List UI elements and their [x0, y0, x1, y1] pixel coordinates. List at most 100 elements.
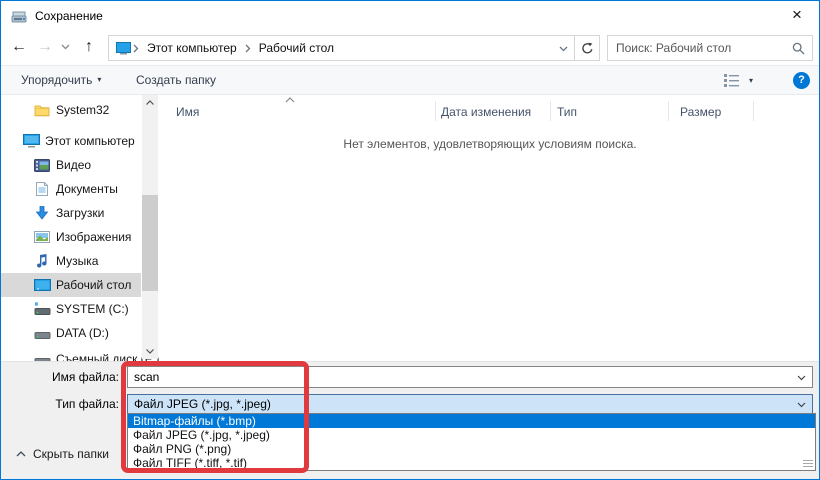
column-header-date-modified[interactable]: Дата изменения	[441, 103, 531, 123]
view-mode-dropdown-icon[interactable]: ▾	[749, 70, 753, 92]
new-folder-label: Создать папку	[136, 73, 216, 87]
scroll-up-icon[interactable]	[142, 95, 158, 110]
details-view-icon	[723, 73, 740, 88]
filename-label: Имя файла:	[1, 366, 119, 388]
sidebar-item-videos[interactable]: Видео	[1, 153, 141, 177]
sidebar-item-label: Этот компьютер	[45, 134, 135, 148]
documents-icon	[33, 182, 51, 196]
sidebar-item-label: Видео	[56, 158, 91, 172]
sidebar-item-music[interactable]: Музыка	[1, 249, 141, 273]
column-separator	[435, 101, 436, 121]
downloads-icon	[33, 206, 51, 220]
titlebar: Сохранение ×	[1, 1, 819, 31]
sort-ascending-icon	[285, 97, 295, 103]
sidebar-item-label: Музыка	[56, 254, 98, 268]
column-header-size[interactable]: Размер	[680, 103, 721, 123]
computer-icon	[116, 42, 131, 55]
sidebar-item-label: Рабочий стол	[56, 278, 131, 292]
close-icon: ×	[792, 5, 802, 24]
history-chevron-icon[interactable]	[61, 44, 70, 50]
video-icon	[33, 159, 51, 172]
breadcrumb-separator-icon	[245, 44, 251, 53]
music-icon	[33, 254, 51, 268]
scanner-app-icon	[11, 8, 27, 24]
search-input[interactable]	[608, 36, 786, 60]
breadcrumb-this-pc[interactable]: Этот компьютер	[141, 41, 243, 55]
sidebar-item-label: SYSTEM (C:)	[56, 302, 129, 316]
filetype-selected-value: Файл JPEG (*.jpg, *.jpeg)	[134, 397, 271, 411]
back-icon[interactable]: ←	[11, 31, 27, 65]
command-bar: Упорядочить ▾ Создать папку ▾ ?	[1, 65, 819, 95]
scroll-down-icon[interactable]	[142, 344, 158, 359]
breadcrumb-separator-icon	[133, 44, 139, 53]
filetype-option-bmp[interactable]: Bitmap-файлы (*.bmp)	[128, 414, 815, 428]
sidebar-item-label: Загрузки	[56, 206, 104, 220]
column-header-type[interactable]: Тип	[557, 103, 577, 123]
sidebar-item-documents[interactable]: Документы	[1, 177, 141, 201]
help-icon: ?	[798, 74, 805, 86]
folder-icon	[33, 104, 51, 117]
sidebar-item-desktop[interactable]: Рабочий стол	[1, 273, 141, 297]
navigation-bar: ← → ↑ Этот компьютер Рабочий стол	[1, 31, 819, 65]
sidebar-item-pictures[interactable]: Изображения	[1, 225, 141, 249]
search-icon[interactable]	[792, 42, 805, 55]
address-bar[interactable]: Этот компьютер Рабочий стол	[108, 35, 575, 61]
system-drive-icon	[33, 302, 51, 316]
forward-icon[interactable]: →	[37, 31, 53, 65]
organize-button[interactable]: Упорядочить ▾	[21, 66, 101, 94]
view-mode-button[interactable]	[723, 73, 740, 88]
filetype-select[interactable]: Файл JPEG (*.jpg, *.jpeg)	[127, 394, 813, 415]
sidebar-item-data-drive[interactable]: DATA (D:)	[1, 321, 141, 345]
chevron-down-icon: ▾	[97, 75, 101, 84]
column-separator	[668, 101, 669, 121]
empty-list-message: Нет элементов, удовлетворяющих условиям …	[161, 137, 819, 151]
desktop-icon	[33, 279, 51, 292]
window-title: Сохранение	[35, 1, 103, 31]
close-button[interactable]: ×	[775, 1, 819, 31]
filetype-label: Тип файла:	[1, 394, 119, 415]
search-box	[607, 35, 813, 61]
sidebar-item-system-drive[interactable]: SYSTEM (C:)	[1, 297, 141, 321]
save-dialog-window: Сохранение × ← → ↑ Этот компьютер Рабочи…	[0, 0, 820, 480]
sidebar-item-label: System32	[56, 103, 109, 117]
filetype-dropdown-list: Bitmap-файлы (*.bmp) Файл JPEG (*.jpg, *…	[127, 413, 816, 471]
organize-label: Упорядочить	[21, 73, 92, 87]
drive-icon	[33, 352, 51, 361]
filename-combobox	[127, 366, 813, 388]
breadcrumb-desktop[interactable]: Рабочий стол	[253, 41, 340, 55]
filename-input[interactable]	[128, 367, 784, 387]
new-folder-button[interactable]: Создать папку	[136, 66, 216, 94]
chevron-down-icon[interactable]	[797, 375, 806, 381]
column-header-name[interactable]: Имя	[176, 103, 199, 123]
refresh-button[interactable]	[575, 35, 600, 61]
pictures-icon	[33, 231, 51, 243]
resize-grip[interactable]	[803, 460, 813, 468]
column-separator	[550, 101, 551, 121]
content-area: System32 Этот компьютер Видео Документы …	[1, 95, 819, 361]
hide-folders-label: Скрыть папки	[33, 447, 109, 461]
chevron-down-icon	[797, 402, 806, 408]
sidebar-item-this-pc[interactable]: Этот компьютер	[1, 129, 141, 153]
help-button[interactable]: ?	[793, 72, 810, 89]
file-list: Имя Дата изменения Тип Размер Нет элемен…	[161, 95, 819, 361]
sidebar-item-removable-drive[interactable]: Съемный диск (F:)	[1, 347, 141, 361]
filetype-option-tiff[interactable]: Файл TIFF (*.tiff, *.tif)	[128, 456, 815, 470]
hide-folders-button[interactable]: Скрыть папки	[16, 444, 109, 464]
sidebar-item-label: Изображения	[56, 230, 131, 244]
address-dropdown-icon[interactable]	[559, 46, 568, 52]
filetype-option-jpeg[interactable]: Файл JPEG (*.jpg, *.jpeg)	[128, 428, 815, 442]
computer-icon	[22, 134, 40, 148]
up-icon[interactable]: ↑	[85, 31, 93, 65]
drive-icon	[33, 326, 51, 340]
chevron-up-icon	[16, 451, 26, 457]
sidebar-scrollbar[interactable]	[142, 95, 158, 359]
sidebar-item-downloads[interactable]: Загрузки	[1, 201, 141, 225]
filetype-option-png[interactable]: Файл PNG (*.png)	[128, 442, 815, 456]
sidebar-item-label: Документы	[56, 182, 118, 196]
sidebar-item-label: DATA (D:)	[56, 326, 109, 340]
column-headers: Имя Дата изменения Тип Размер	[161, 97, 819, 123]
refresh-icon	[581, 42, 594, 55]
sidebar-item-system32[interactable]: System32	[1, 98, 141, 122]
scrollbar-thumb[interactable]	[142, 195, 158, 291]
column-separator	[753, 101, 754, 121]
